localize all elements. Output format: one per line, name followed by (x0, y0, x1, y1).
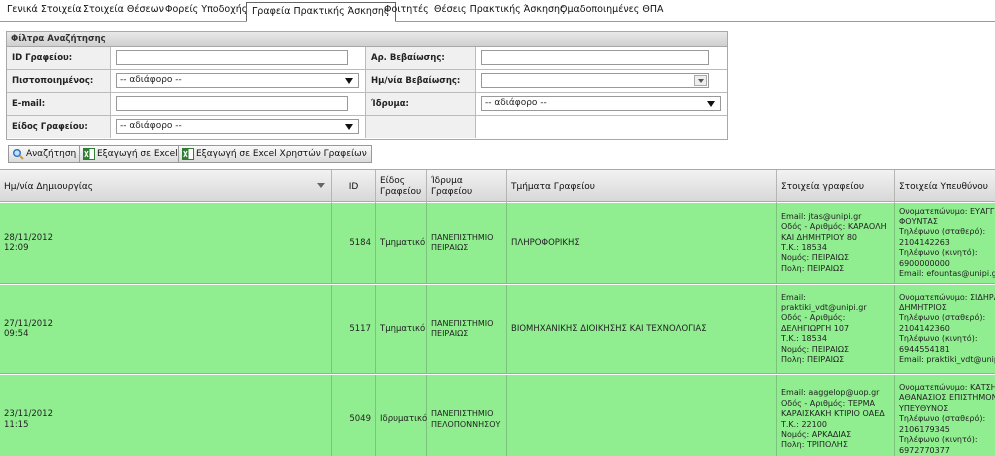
office-type-select[interactable]: -- αδιάφορο -- (116, 119, 359, 134)
excel-icon (182, 148, 194, 160)
institution-label: Ίδρυμα: (366, 93, 476, 115)
tab-internship-offices[interactable]: Γραφεία Πρακτικής Άσκησης (246, 2, 396, 22)
excel-icon (83, 148, 95, 160)
filter-row-1: ID Γραφείου: Αρ. Βεβαίωσης: (7, 47, 727, 70)
export-excel-users-button[interactable]: Εξαγωγή σε Excel Χρηστών Γραφείων (178, 145, 372, 163)
cert-date-label: Ημ/νία Βεβαίωσης: (366, 70, 476, 92)
col-departments[interactable]: Τμήματα Γραφείου (507, 170, 777, 203)
export-excel-button[interactable]: Εξαγωγή σε Excel (79, 145, 183, 163)
tab-positions[interactable]: Στοιχεία Θέσεων (83, 2, 164, 20)
app-window: Γενικά Στοιχεία Στοιχεία Θέσεων Φορείς Υ… (0, 0, 995, 456)
institution-select[interactable]: -- αδιάφορο -- (481, 96, 721, 111)
office-id-label: ID Γραφείου: (7, 47, 111, 69)
filter-row-3: E-mail: Ίδρυμα: -- αδιάφορο -- (7, 93, 727, 116)
tab-hosts[interactable]: Φορείς Υποδοχής (165, 2, 247, 20)
filters-title: Φίλτρα Αναζήτησης (7, 32, 727, 47)
main-tabs: Γενικά Στοιχεία Στοιχεία Θέσεων Φορείς Υ… (0, 0, 995, 22)
filter-row-2: Πιστοποιημένος: -- αδιάφορο -- Ημ/νία Βε… (7, 70, 727, 93)
col-institution[interactable]: Ίδρυμα Γραφείου (427, 170, 507, 203)
col-type[interactable]: Είδος Γραφείου (376, 170, 427, 203)
email-label: E-mail: (7, 93, 111, 115)
col-office-info[interactable]: Στοιχεία γραφείου (777, 170, 895, 203)
table-row[interactable]: 23/11/2012 11:15 5049 Ιδρυματικό ΠΑΝΕΠΙΣΤ… (0, 375, 995, 456)
tab-grouped-positions[interactable]: Ομαδοποιημένες ΘΠΑ (560, 2, 664, 20)
search-filters-panel: Φίλτρα Αναζήτησης ID Γραφείου: Αρ. Βεβαί… (6, 31, 728, 140)
office-type-label: Είδος Γραφείου: (7, 116, 111, 138)
search-icon (13, 149, 24, 160)
office-id-input[interactable] (116, 50, 348, 65)
tab-students[interactable]: Φοιτητές (384, 2, 429, 20)
cert-no-label: Αρ. Βεβαίωσης: (366, 47, 476, 69)
email-input[interactable] (116, 96, 348, 111)
col-manager-info[interactable]: Στοιχεία Υπευθύνου (895, 170, 995, 203)
search-button[interactable]: Αναζήτηση (8, 145, 82, 163)
date-dropdown-icon[interactable] (694, 75, 707, 86)
grid-header: Ημ/νία Δημιουργίας ID Είδος Γραφείου Ίδρ… (0, 169, 995, 203)
col-created[interactable]: Ημ/νία Δημιουργίας (0, 170, 332, 203)
table-row[interactable]: 27/11/2012 09:54 5117 Τμηματικό ΠΑΝΕΠΙΣΤΗ… (0, 285, 995, 374)
sort-desc-icon[interactable] (317, 183, 325, 188)
results-grid: Ημ/νία Δημιουργίας ID Είδος Γραφείου Ίδρ… (0, 169, 995, 456)
cert-date-picker[interactable] (481, 73, 709, 88)
certified-label: Πιστοποιημένος: (7, 70, 111, 92)
tab-internship-positions[interactable]: Θέσεις Πρακτικής Άσκησης (434, 2, 566, 20)
tab-general[interactable]: Γενικά Στοιχεία (7, 2, 82, 20)
table-row[interactable]: 28/11/2012 12:09 5184 Τμηματικό ΠΑΝΕΠΙΣΤΗ… (0, 203, 995, 284)
col-id[interactable]: ID (332, 170, 376, 203)
certified-select[interactable]: -- αδιάφορο -- (116, 73, 359, 88)
filter-row-4: Είδος Γραφείου: -- αδιάφορο -- (7, 116, 727, 139)
cert-no-input[interactable] (481, 50, 709, 65)
